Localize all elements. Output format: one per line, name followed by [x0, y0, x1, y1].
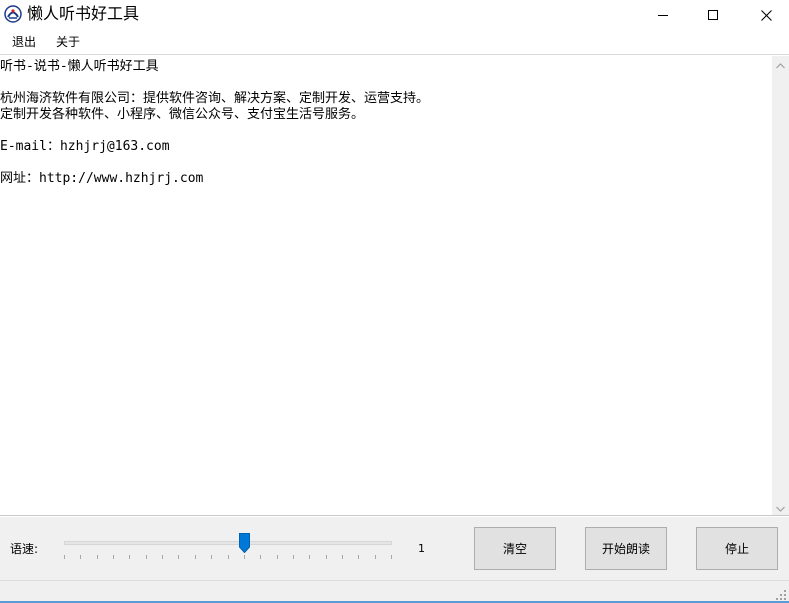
status-bar — [0, 580, 789, 603]
maximize-icon — [707, 9, 719, 21]
menu-item-exit[interactable]: 退出 — [10, 34, 38, 50]
text-line: 网址：http://www.hzhjrj.com — [0, 171, 204, 186]
title-bar[interactable]: 懒人听书好工具 — [0, 0, 789, 30]
chevron-up-icon — [776, 58, 785, 72]
text-editor[interactable]: 听书-说书-懒人听书好工具 杭州海济软件有限公司：提供软件咨询、解决方案、定制开… — [0, 56, 789, 516]
slider-thumb[interactable] — [239, 533, 251, 554]
slider-tick — [309, 555, 311, 559]
slider-tick — [374, 555, 376, 559]
text-line: 杭州海济软件有限公司：提供软件咨询、解决方案、定制开发、运营支持。 — [0, 91, 430, 106]
slider-tick — [391, 555, 392, 559]
slider-track[interactable] — [64, 541, 392, 545]
slider-tick — [358, 555, 360, 559]
slider-ticks — [64, 555, 392, 559]
clear-button[interactable]: 清空 — [474, 527, 556, 570]
slider-tick — [325, 555, 327, 559]
app-logo-icon — [4, 5, 22, 23]
text-line — [0, 75, 770, 91]
slider-tick — [194, 555, 196, 559]
chevron-down-icon — [776, 501, 785, 515]
text-line: E-mail：hzhjrj@163.com — [0, 139, 170, 154]
vertical-scrollbar[interactable] — [772, 56, 789, 515]
slider-tick — [276, 555, 278, 559]
scroll-down-button[interactable] — [772, 499, 789, 515]
resize-grip-icon[interactable] — [775, 589, 787, 601]
slider-tick — [178, 555, 180, 559]
text-line: 听书-说书-懒人听书好工具 — [0, 59, 159, 74]
control-panel: 语速: 1 清空 开始朗读 停止 — [0, 517, 789, 580]
text-line — [0, 155, 770, 171]
maximize-button[interactable] — [690, 0, 736, 30]
slider-tick — [96, 555, 98, 559]
menu-item-about[interactable]: 关于 — [54, 34, 82, 50]
text-content[interactable]: 听书-说书-懒人听书好工具 杭州海济软件有限公司：提供软件咨询、解决方案、定制开… — [0, 59, 770, 187]
slider-tick — [113, 555, 115, 559]
speed-label: 语速: — [10, 542, 39, 556]
slider-tick — [260, 555, 262, 559]
slider-tick — [341, 555, 343, 559]
slider-tick — [145, 555, 147, 559]
window-title: 懒人听书好工具 — [27, 4, 140, 23]
slider-tick — [80, 555, 82, 559]
slider-tick — [129, 555, 131, 559]
slider-tick — [227, 555, 229, 559]
slider-tick — [292, 555, 294, 559]
close-icon — [760, 9, 772, 21]
slider-tick — [64, 555, 65, 559]
text-line — [0, 123, 770, 139]
close-button[interactable] — [743, 0, 789, 30]
speed-value: 1 — [418, 542, 425, 555]
stop-button[interactable]: 停止 — [696, 527, 778, 570]
slider-tick — [211, 555, 213, 559]
start-reading-button[interactable]: 开始朗读 — [585, 527, 667, 570]
minimize-icon — [657, 10, 669, 21]
slider-tick — [162, 555, 164, 559]
speed-slider[interactable] — [60, 531, 396, 563]
text-line: 定制开发各种软件、小程序、微信公众号、支付宝生活号服务。 — [0, 107, 365, 122]
slider-tick — [243, 555, 245, 559]
menu-bar: 退出 关于 — [0, 30, 789, 55]
minimize-button[interactable] — [640, 0, 686, 30]
scroll-up-button[interactable] — [772, 56, 789, 73]
